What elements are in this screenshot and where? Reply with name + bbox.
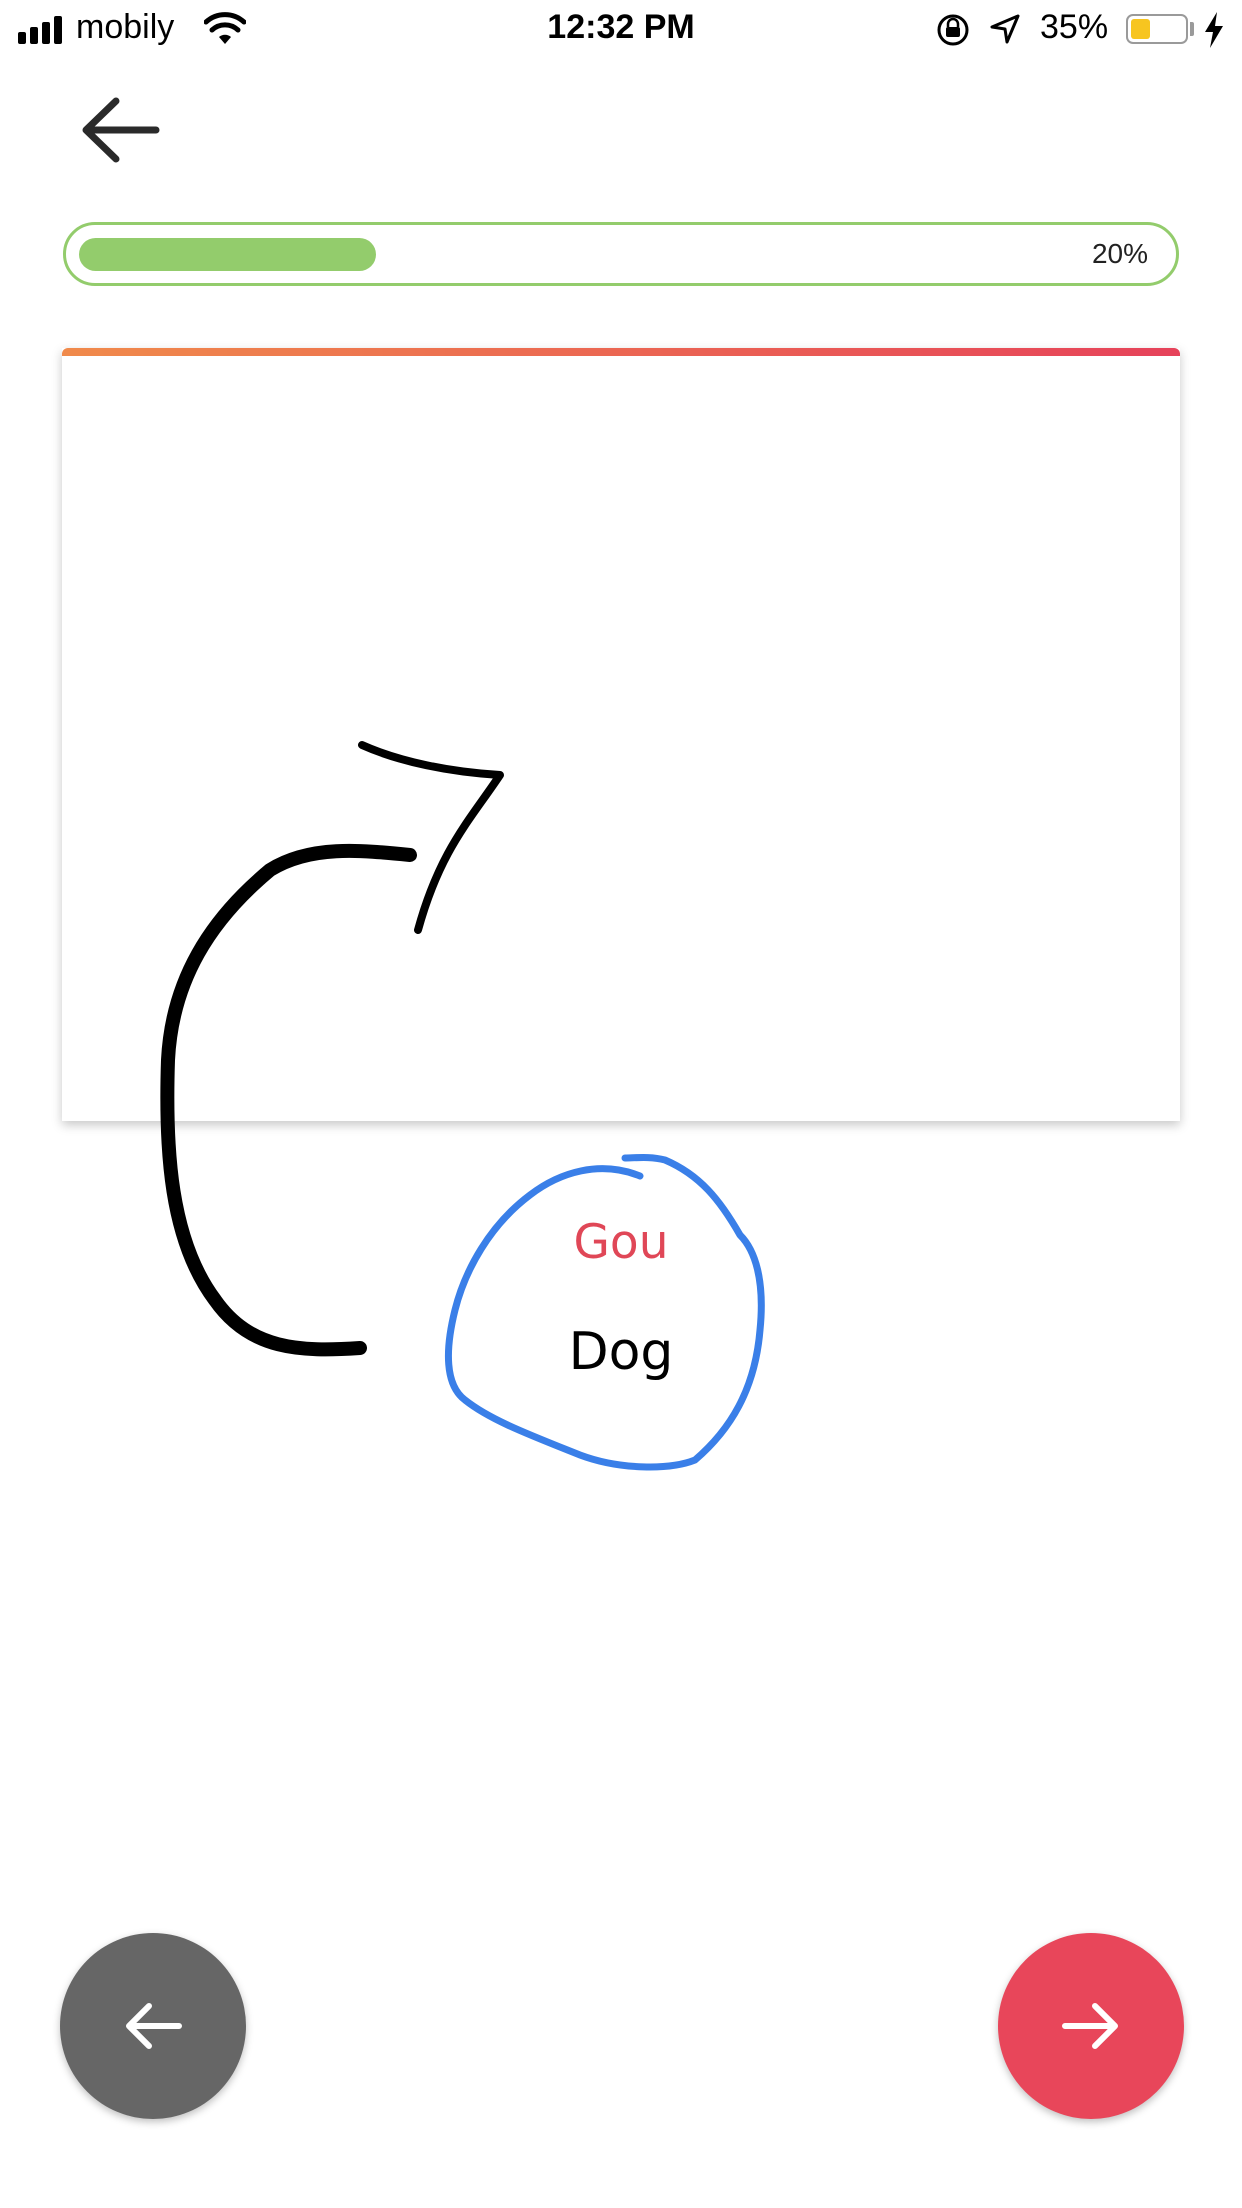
location-arrow-icon (990, 14, 1020, 44)
arrow-left-icon (82, 97, 160, 163)
next-card-button[interactable] (998, 1933, 1184, 2119)
battery-percent: 35% (1040, 8, 1109, 46)
rotation-lock-icon (937, 14, 969, 46)
progress-bar: 20% (63, 222, 1179, 286)
battery-level (1131, 19, 1150, 39)
progress-fill (79, 238, 376, 271)
progress-label: 20% (1091, 238, 1148, 269)
arrow-right-icon (1062, 2003, 1118, 2049)
battery-tip (1190, 22, 1194, 36)
battery-icon (1126, 14, 1188, 44)
user-answer-text: Gou (573, 1215, 669, 1270)
back-button[interactable] (80, 95, 180, 175)
annotation-circle (445, 1154, 765, 1471)
correct-answer-text: Dog (568, 1322, 674, 1382)
previous-card-button[interactable] (60, 1933, 246, 2119)
card-accent-bar (62, 348, 1180, 356)
status-bar: mobily 12:32 PM 35% (0, 0, 1242, 62)
flashcard[interactable] (62, 348, 1180, 1121)
arrow-left-icon (126, 2003, 182, 2049)
charging-bolt-icon (1205, 12, 1223, 48)
